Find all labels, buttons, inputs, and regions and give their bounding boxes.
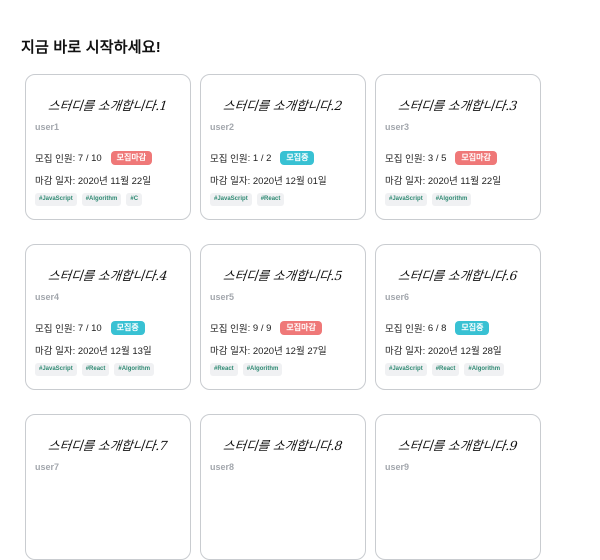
tag[interactable]: #C (126, 193, 143, 206)
deadline-date: 2020년 11월 22일 (77, 176, 151, 187)
card-author: user4 (35, 292, 60, 302)
deadline-label: 마감 일자 (35, 176, 73, 187)
tag[interactable]: #React (81, 363, 110, 376)
tag[interactable]: #React (256, 193, 285, 206)
card-title: 스터디를 소개합니다.6 (397, 268, 519, 283)
members-label: 모집 인원 (385, 154, 423, 165)
card-title: 스터디를 소개합니다.3 (397, 98, 519, 113)
card-author: user8 (210, 462, 235, 472)
tag[interactable]: #JavaScript (385, 193, 427, 206)
deadline-date: 2020년 12월 01일 (252, 176, 327, 187)
study-card[interactable]: 스터디를 소개합니다.3 user3 모집 인원: 3 / 5 모집마감 마감 … (375, 74, 541, 220)
card-deadline-row: 마감 일자: 2020년 12월 27일 (210, 343, 327, 357)
tag[interactable]: #Algorithm (81, 193, 122, 206)
deadline-date: 2020년 12월 28일 (427, 346, 502, 357)
deadline-date: 2020년 12월 27일 (252, 346, 327, 357)
tag-list: #JavaScript #React #Algorithm (35, 363, 155, 376)
card-title: 스터디를 소개합니다.7 (47, 438, 169, 453)
status-badge: 모집중 (455, 321, 490, 335)
study-card[interactable]: 스터디를 소개합니다.6 user6 모집 인원: 6 / 8 모집중 마감 일… (375, 244, 541, 390)
card-title: 스터디를 소개합니다.5 (222, 268, 344, 283)
members-label: 모집 인원 (210, 324, 248, 335)
card-members-row: 모집 인원: 6 / 8 모집중 (385, 321, 490, 335)
members-label: 모집 인원 (35, 324, 73, 335)
status-badge: 모집중 (280, 151, 315, 165)
deadline-label: 마감 일자 (210, 176, 248, 187)
tag-list: #JavaScript #React #Algorithm (385, 363, 505, 376)
card-members-row: 모집 인원: 7 / 10 모집마감 (35, 151, 153, 165)
card-deadline-row: 마감 일자: 2020년 11월 22일 (35, 173, 151, 187)
card-deadline-row: 마감 일자: 2020년 12월 01일 (210, 173, 327, 187)
tag[interactable]: #React (431, 363, 460, 376)
members-count: 7 / 10 (77, 322, 102, 334)
tag-list: #JavaScript #Algorithm #C (35, 193, 143, 206)
members-label: 모집 인원 (385, 324, 423, 335)
study-card-grid: 스터디를 소개합니다.1 user1 모집 인원: 7 / 10 모집마감 마감… (25, 74, 541, 560)
card-author: user5 (210, 292, 235, 302)
members-count: 6 / 8 (427, 322, 447, 334)
page-heading: 지금 바로 시작하세요! (21, 39, 161, 56)
status-badge: 모집마감 (280, 321, 322, 335)
card-author: user2 (210, 122, 235, 132)
deadline-label: 마감 일자 (210, 346, 248, 357)
members-count: 3 / 5 (427, 152, 447, 164)
members-count: 9 / 9 (252, 322, 272, 334)
study-card[interactable]: 스터디를 소개합니다.2 user2 모집 인원: 1 / 2 모집중 마감 일… (200, 74, 366, 220)
tag[interactable]: #Algorithm (464, 363, 505, 376)
status-badge: 모집마감 (110, 151, 153, 165)
card-title: 스터디를 소개합니다.4 (47, 268, 169, 283)
card-members-row: 모집 인원: 3 / 5 모집마감 (385, 151, 497, 165)
study-card[interactable]: 스터디를 소개합니다.8 user8 (200, 414, 366, 560)
card-title: 스터디를 소개합니다.8 (222, 438, 344, 453)
study-card[interactable]: 스터디를 소개합니다.7 user7 (25, 414, 191, 560)
members-count: 1 / 2 (252, 152, 272, 164)
card-members-row: 모집 인원: 9 / 9 모집마감 (210, 321, 322, 335)
members-label: 모집 인원 (35, 154, 73, 165)
tag[interactable]: #JavaScript (35, 193, 77, 206)
status-badge: 모집마감 (455, 151, 497, 165)
card-deadline-row: 마감 일자: 2020년 12월 28일 (385, 343, 502, 357)
deadline-date: 2020년 11월 22일 (427, 176, 501, 187)
study-card[interactable]: 스터디를 소개합니다.9 user9 (375, 414, 541, 560)
card-deadline-row: 마감 일자: 2020년 12월 13일 (35, 343, 152, 357)
status-badge: 모집중 (110, 321, 145, 335)
tag-list: #JavaScript #Algorithm (385, 193, 472, 206)
card-author: user3 (385, 122, 410, 132)
tag[interactable]: #JavaScript (35, 363, 77, 376)
card-author: user9 (385, 462, 410, 472)
tag[interactable]: #Algorithm (242, 363, 283, 376)
members-count: 7 / 10 (77, 152, 102, 164)
tag-list: #JavaScript #React (210, 193, 285, 206)
study-card[interactable]: 스터디를 소개합니다.4 user4 모집 인원: 7 / 10 모집중 마감 … (25, 244, 191, 390)
deadline-date: 2020년 12월 13일 (77, 346, 152, 357)
card-title: 스터디를 소개합니다.9 (397, 438, 519, 453)
deadline-label: 마감 일자 (35, 346, 73, 357)
card-author: user6 (385, 292, 410, 302)
card-author: user7 (35, 462, 60, 472)
tag[interactable]: #JavaScript (210, 193, 252, 206)
card-author: user1 (35, 122, 60, 132)
card-members-row: 모집 인원: 1 / 2 모집중 (210, 151, 315, 165)
deadline-label: 마감 일자 (385, 346, 423, 357)
tag[interactable]: #React (210, 363, 238, 376)
tag-list: #React #Algorithm (210, 363, 283, 376)
tag[interactable]: #Algorithm (114, 363, 155, 376)
deadline-label: 마감 일자 (385, 176, 423, 187)
study-card[interactable]: 스터디를 소개합니다.5 user5 모집 인원: 9 / 9 모집마감 마감 … (200, 244, 366, 390)
card-title: 스터디를 소개합니다.1 (47, 98, 169, 113)
card-members-row: 모집 인원: 7 / 10 모집중 (35, 321, 145, 335)
study-card[interactable]: 스터디를 소개합니다.1 user1 모집 인원: 7 / 10 모집마감 마감… (25, 74, 191, 220)
card-deadline-row: 마감 일자: 2020년 11월 22일 (385, 173, 501, 187)
members-label: 모집 인원 (210, 154, 248, 165)
tag[interactable]: #Algorithm (431, 193, 472, 206)
tag[interactable]: #JavaScript (385, 363, 427, 376)
card-title: 스터디를 소개합니다.2 (222, 98, 344, 113)
